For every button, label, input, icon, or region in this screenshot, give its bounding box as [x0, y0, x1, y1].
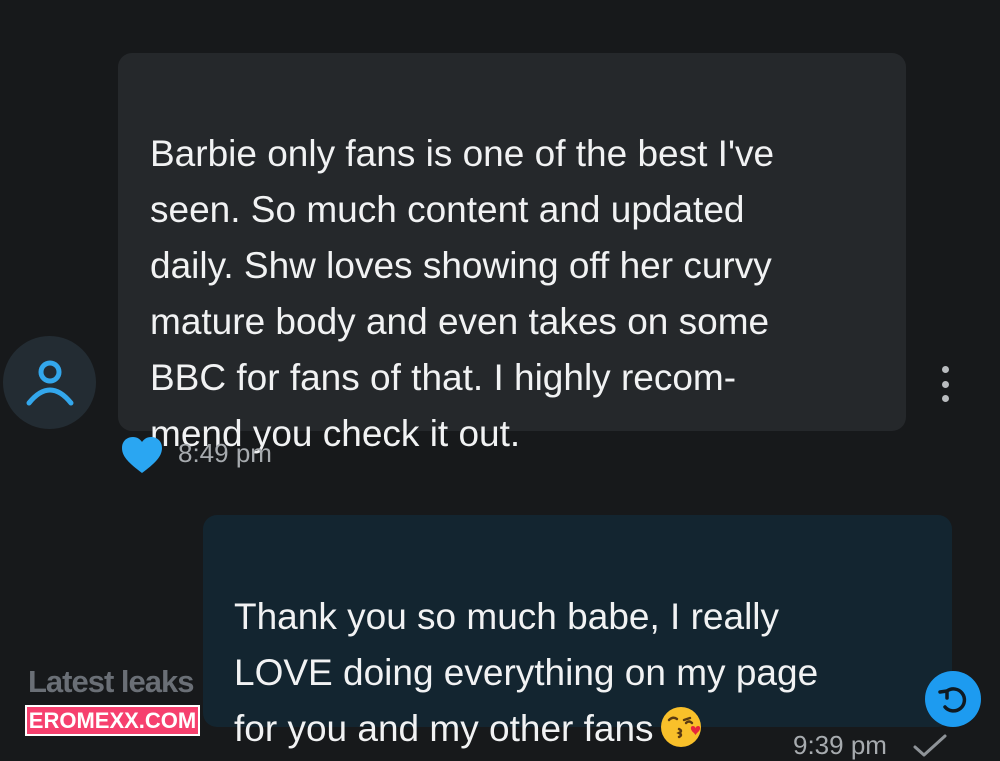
kiss-emoji-icon	[660, 707, 701, 747]
incoming-message-bubble[interactable]: Barbie only fans is one of the best I've…	[118, 53, 906, 454]
outgoing-message-time: 9:39 pm	[793, 730, 887, 760]
more-options-icon[interactable]	[934, 366, 956, 402]
incoming-message-text: Barbie only fans is one of the best I've…	[150, 133, 775, 454]
outgoing-message-text: Thank you so much babe, I really LOVE do…	[234, 596, 819, 749]
reply-button[interactable]	[925, 671, 981, 727]
incoming-message-time: 8:49 pm	[178, 438, 272, 468]
watermark-text: Latest leaks	[28, 664, 194, 699]
avatar[interactable]	[3, 336, 96, 429]
watermark-badge-text: EROMEXX.COM	[28, 707, 197, 733]
user-icon	[26, 360, 73, 405]
heart-icon[interactable]	[120, 435, 164, 475]
watermark-badge: EROMEXX.COM	[25, 705, 200, 736]
outgoing-message-bubble[interactable]: Thank you so much babe, I really LOVE do…	[203, 515, 952, 749]
sent-check-icon	[913, 734, 947, 757]
reply-arrow-icon	[938, 687, 967, 713]
